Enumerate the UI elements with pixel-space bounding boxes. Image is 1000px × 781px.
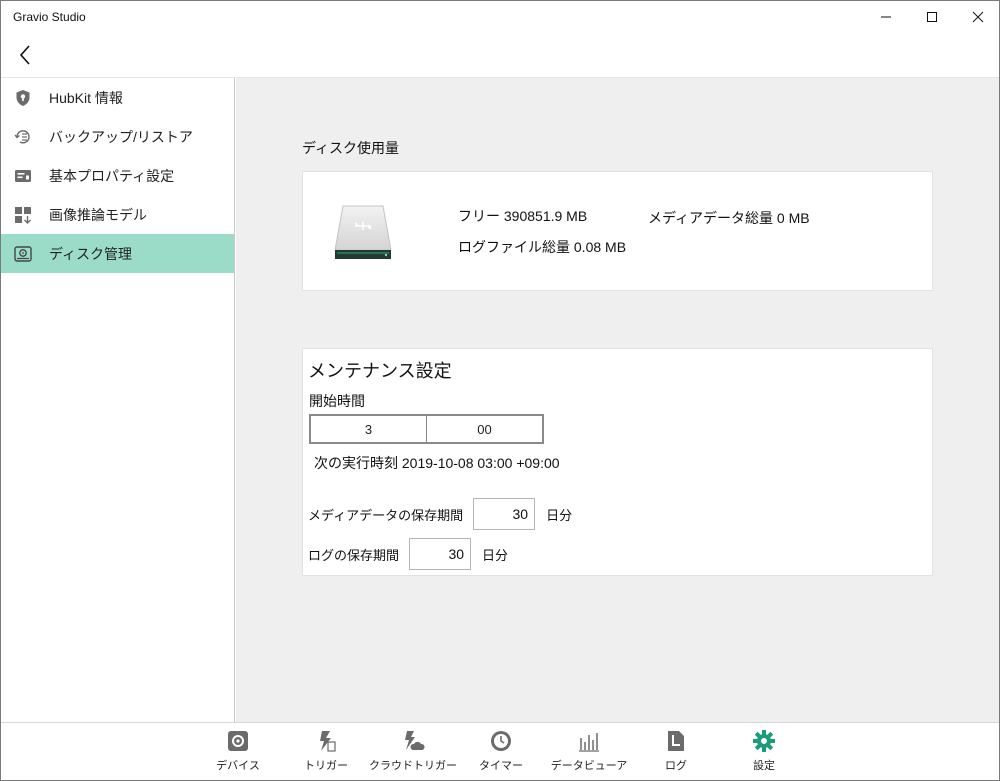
media-retention-unit: 日分: [546, 507, 573, 523]
bottom-navigation: デバイス トリガー クラウドトリガー タイマー データビューア ログ 設定: [1, 722, 999, 780]
nav-label: 設定: [753, 760, 775, 772]
app-title: Gravio Studio: [13, 10, 86, 24]
log-total-text: ログファイル総量 0.08 MB: [458, 239, 627, 255]
navigation-bar: [1, 33, 999, 77]
bar-chart-icon: [577, 729, 601, 753]
app-window: Gravio Studio HubKit 情報 バックアップ/リストア 基本プロ…: [0, 0, 1000, 781]
nav-data-viewer[interactable]: データビューア: [544, 729, 634, 777]
nav-triggers[interactable]: トリガー: [281, 729, 371, 777]
sidebar-item-label: 基本プロパティ設定: [49, 167, 175, 184]
gear-icon: [226, 729, 250, 753]
start-hour-cell[interactable]: 3: [311, 416, 426, 442]
next-run-text: 次の実行時刻 2019-10-08 03:00 +09:00: [314, 455, 560, 471]
maximize-button[interactable]: [909, 1, 955, 33]
log-retention-label: ログの保存期間: [308, 547, 400, 563]
maximize-icon: [927, 12, 937, 22]
back-button[interactable]: [11, 37, 39, 73]
minimize-button[interactable]: [863, 1, 909, 33]
sidebar-item-disk-management[interactable]: ディスク管理: [1, 234, 234, 273]
sidebar-item-label: バックアップ/リストア: [49, 128, 193, 145]
disk-icon: [13, 244, 33, 264]
close-button[interactable]: [955, 1, 999, 33]
sidebar-item-backup-restore[interactable]: バックアップ/リストア: [1, 117, 234, 156]
log-retention-input[interactable]: [409, 538, 472, 570]
clock-icon: [489, 729, 513, 753]
model-icon: [13, 205, 33, 225]
sidebar-item-image-model[interactable]: 画像推論モデル: [1, 195, 234, 234]
close-icon: [972, 11, 984, 23]
log-retention-unit: 日分: [482, 547, 509, 563]
start-minute-cell[interactable]: 00: [426, 416, 542, 442]
shield-icon: [13, 88, 33, 108]
back-arrow-icon: [19, 45, 30, 65]
nav-settings[interactable]: 設定: [719, 729, 809, 777]
disk-usage-title: ディスク使用量: [302, 140, 400, 156]
drive-icon: [333, 204, 393, 267]
trigger-icon: [314, 729, 338, 753]
sidebar-item-basic-properties[interactable]: 基本プロパティ設定: [1, 156, 234, 195]
nav-label: ログ: [665, 760, 687, 772]
backup-restore-icon: [13, 127, 33, 147]
nav-label: タイマー: [479, 760, 523, 772]
main-content: ディスク使用量 フリー 390851.9 MB ログファイル総量 0.08 MB…: [236, 77, 999, 722]
minimize-icon: [881, 16, 891, 18]
maintenance-title: メンテナンス設定: [308, 361, 452, 381]
nav-label: トリガー: [304, 760, 348, 772]
sidebar: HubKit 情報 バックアップ/リストア 基本プロパティ設定 画像推論モデル …: [1, 77, 235, 722]
free-space-text: フリー 390851.9 MB: [458, 208, 588, 224]
media-total-text: メディアデータ総量 0 MB: [648, 210, 810, 226]
sidebar-item-label: HubKit 情報: [49, 89, 123, 106]
nav-devices[interactable]: デバイス: [193, 729, 283, 777]
nav-label: データビューア: [550, 760, 628, 772]
sidebar-item-hubkit-info[interactable]: HubKit 情報: [1, 78, 234, 117]
media-retention-label: メディアデータの保存期間: [308, 507, 464, 523]
properties-icon: [13, 166, 33, 186]
sidebar-item-label: 画像推論モデル: [49, 206, 147, 223]
nav-log[interactable]: ログ: [631, 729, 721, 777]
settings-icon: [752, 729, 776, 753]
nav-label: デバイス: [216, 760, 260, 772]
log-retention-row: ログの保存期間 日分: [308, 538, 508, 570]
sidebar-item-label: ディスク管理: [49, 245, 133, 262]
log-icon: [664, 729, 688, 753]
media-retention-row: メディアデータの保存期間 日分: [308, 498, 572, 530]
media-retention-input[interactable]: [473, 498, 536, 530]
nav-timers[interactable]: タイマー: [456, 729, 546, 777]
title-bar: Gravio Studio: [1, 1, 999, 33]
cloud-trigger-icon: [401, 729, 425, 753]
maintenance-card: メンテナンス設定 開始時間 3 00 次の実行時刻 2019-10-08 03:…: [302, 348, 933, 576]
nav-label: クラウドトリガー: [369, 760, 457, 772]
nav-cloud-triggers[interactable]: クラウドトリガー: [368, 729, 458, 777]
disk-usage-card: フリー 390851.9 MB ログファイル総量 0.08 MB メディアデータ…: [302, 171, 933, 291]
start-time-label: 開始時間: [309, 393, 365, 409]
start-time-picker[interactable]: 3 00: [309, 414, 544, 444]
